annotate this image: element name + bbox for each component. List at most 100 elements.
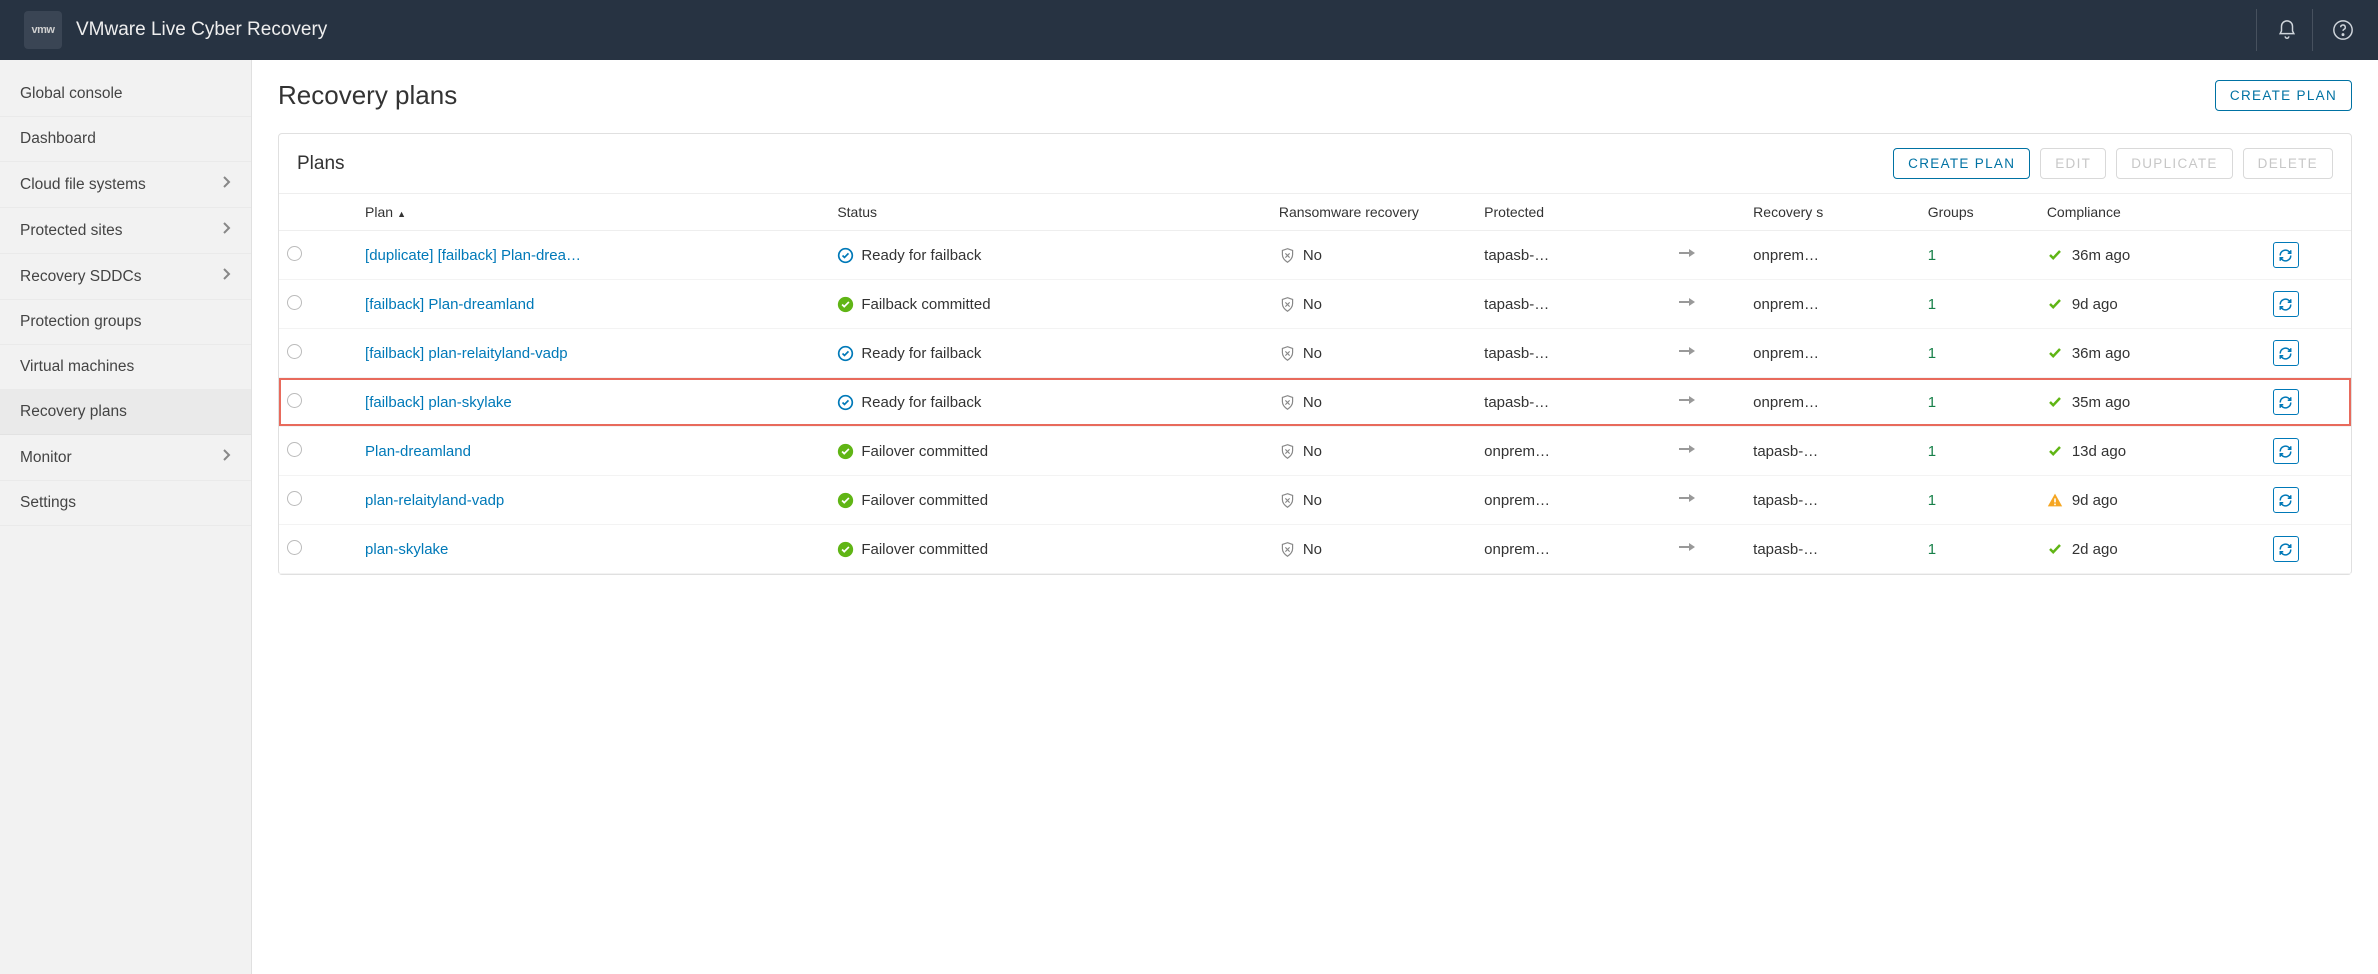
refresh-button[interactable] (2273, 487, 2299, 513)
protected-text: tapasb-… (1476, 280, 1671, 329)
recovery-text: onprem… (1745, 231, 1920, 280)
arrow-right-icon (1671, 378, 1745, 427)
refresh-button[interactable] (2273, 291, 2299, 317)
protected-text: onprem… (1476, 525, 1671, 574)
sidebar-item-monitor[interactable]: Monitor (0, 435, 251, 481)
shield-icon (1279, 247, 1296, 264)
sidebar-item-settings[interactable]: Settings (0, 481, 251, 526)
table-row[interactable]: plan-skylakeFailover committedNoonprem…t… (279, 525, 2351, 574)
protected-text: onprem… (1476, 476, 1671, 525)
recovery-text: tapasb-… (1745, 427, 1920, 476)
shield-icon (1279, 492, 1296, 509)
recovery-text: tapasb-… (1745, 525, 1920, 574)
arrow-right-icon (1671, 476, 1745, 525)
table-row[interactable]: [duplicate] [failback] Plan-drea…Ready f… (279, 231, 2351, 280)
refresh-button[interactable] (2273, 389, 2299, 415)
shield-icon (1279, 394, 1296, 411)
recovery-text: onprem… (1745, 280, 1920, 329)
col-ransomware[interactable]: Ransomware recovery (1271, 194, 1476, 231)
ransom-text: No (1303, 443, 1322, 460)
help-icon[interactable] (2312, 9, 2354, 51)
panel-title: Plans (297, 153, 345, 175)
row-select-radio[interactable] (287, 295, 302, 310)
panel-delete-button[interactable]: DELETE (2243, 148, 2333, 179)
plan-name-link[interactable]: Plan-dreamland (365, 443, 471, 460)
sidebar-item-protected-sites[interactable]: Protected sites (0, 208, 251, 254)
compliance-text: 13d ago (2072, 443, 2126, 460)
recovery-text: tapasb-… (1745, 476, 1920, 525)
bell-icon[interactable] (2256, 9, 2298, 51)
sort-asc-icon: ▲ (397, 209, 406, 219)
sidebar-item-cloud-file-systems[interactable]: Cloud file systems (0, 162, 251, 208)
row-select-radio[interactable] (287, 344, 302, 359)
sidebar-item-label: Dashboard (20, 130, 96, 148)
sidebar-item-protection-groups[interactable]: Protection groups (0, 300, 251, 345)
plan-name-link[interactable]: plan-skylake (365, 541, 448, 558)
row-select-radio[interactable] (287, 491, 302, 506)
recovery-text: onprem… (1745, 378, 1920, 427)
sidebar-item-label: Virtual machines (20, 358, 134, 376)
sidebar-item-label: Protection groups (20, 313, 142, 331)
panel-duplicate-button[interactable]: DUPLICATE (2116, 148, 2232, 179)
create-plan-button[interactable]: CREATE PLAN (2215, 80, 2352, 111)
row-select-radio[interactable] (287, 393, 302, 408)
refresh-button[interactable] (2273, 340, 2299, 366)
col-groups[interactable]: Groups (1920, 194, 2039, 231)
protected-text: tapasb-… (1476, 231, 1671, 280)
protected-text: tapasb-… (1476, 329, 1671, 378)
check-icon (2047, 443, 2064, 460)
refresh-button[interactable] (2273, 242, 2299, 268)
col-plan[interactable]: Plan▲ (357, 194, 829, 231)
shield-icon (1279, 296, 1296, 313)
ransom-text: No (1303, 394, 1322, 411)
plan-name-link[interactable]: [duplicate] [failback] Plan-drea… (365, 247, 581, 264)
col-recovery[interactable]: Recovery s (1745, 194, 1920, 231)
check-icon (2047, 296, 2064, 313)
ransom-text: No (1303, 492, 1322, 509)
table-row[interactable]: [failback] plan-skylake Ready for failbac… (279, 378, 2351, 427)
recovery-text: onprem… (1745, 329, 1920, 378)
groups-count: 1 (1928, 247, 1936, 264)
sidebar-item-recovery-sddcs[interactable]: Recovery SDDCs (0, 254, 251, 300)
vmware-logo: vmw (24, 11, 62, 49)
col-protected[interactable]: Protected (1476, 194, 1671, 231)
panel-edit-button[interactable]: EDIT (2040, 148, 2106, 179)
status-text: Ready for failback (861, 394, 981, 411)
refresh-button[interactable] (2273, 536, 2299, 562)
sidebar-item-label: Recovery SDDCs (20, 268, 141, 286)
protected-text: onprem… (1476, 427, 1671, 476)
panel-create-button[interactable]: CREATE PLAN (1893, 148, 2030, 179)
sidebar: Global console Dashboard Cloud file system… (0, 60, 252, 974)
sidebar-item-label: Monitor (20, 449, 72, 467)
col-status[interactable]: Status (829, 194, 1271, 231)
row-select-radio[interactable] (287, 442, 302, 457)
warning-icon (2047, 492, 2064, 509)
plan-name-link[interactable]: [failback] plan-relaityland-vadp (365, 345, 568, 362)
table-row[interactable]: [failback] Plan-dreamlandFailback commit… (279, 280, 2351, 329)
groups-count: 1 (1928, 541, 1936, 558)
table-row[interactable]: Plan-dreamlandFailover committedNoonprem… (279, 427, 2351, 476)
sidebar-item-dashboard[interactable]: Dashboard (0, 117, 251, 162)
table-row[interactable]: [failback] plan-relaityland-vadpReady fo… (279, 329, 2351, 378)
table-row[interactable]: plan-relaityland-vadpFailover committedN… (279, 476, 2351, 525)
plan-name-link[interactable]: [failback] Plan-dreamland (365, 296, 534, 313)
col-compliance[interactable]: Compliance (2039, 194, 2265, 231)
plan-name-link[interactable]: [failback] plan-skylake (365, 394, 512, 411)
status-icon (837, 541, 854, 558)
status-icon (837, 247, 854, 264)
sidebar-item-label: Cloud file systems (20, 176, 146, 194)
sidebar-item-label: Settings (20, 494, 76, 512)
row-select-radio[interactable] (287, 246, 302, 261)
row-select-radio[interactable] (287, 540, 302, 555)
compliance-text: 9d ago (2072, 492, 2118, 509)
plan-name-link[interactable]: plan-relaityland-vadp (365, 492, 504, 509)
check-icon (2047, 394, 2064, 411)
sidebar-item-global-console[interactable]: Global console (0, 72, 251, 117)
status-icon (837, 492, 854, 509)
refresh-button[interactable] (2273, 438, 2299, 464)
sidebar-item-recovery-plans[interactable]: Recovery plans (0, 390, 251, 435)
chevron-right-icon (221, 221, 231, 240)
sidebar-item-virtual-machines[interactable]: Virtual machines (0, 345, 251, 390)
topbar: vmw VMware Live Cyber Recovery (0, 0, 2378, 60)
ransom-text: No (1303, 541, 1322, 558)
